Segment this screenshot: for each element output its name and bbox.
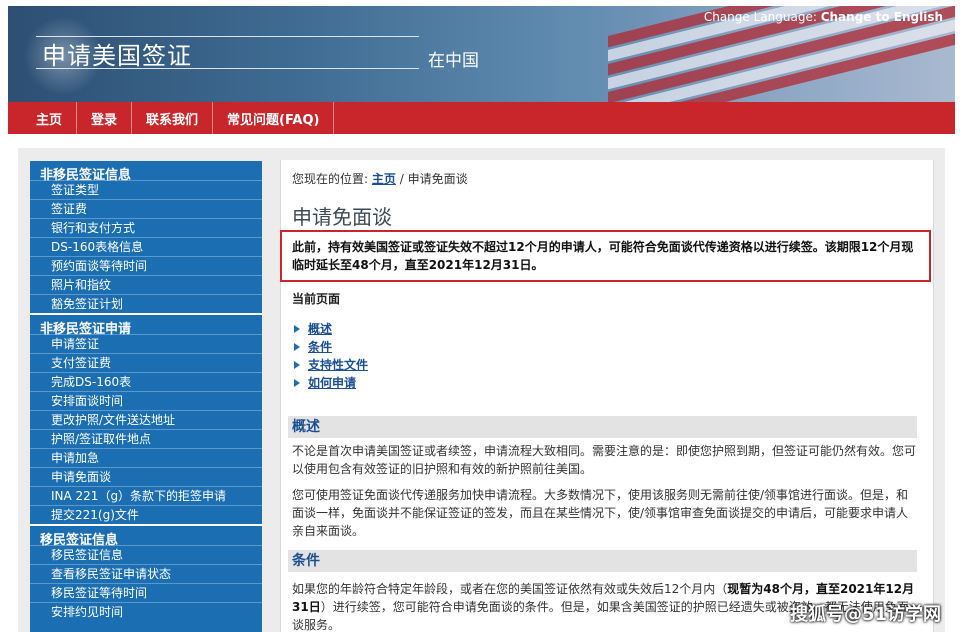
sidebar-section-title[interactable]: 非移民签证申请	[30, 315, 262, 337]
toc-item[interactable]: 如何申请	[294, 374, 368, 392]
sidebar-item-immigrant-status[interactable]: 查看移民签证申请状态	[30, 564, 262, 583]
sidebar-item-visa-fees[interactable]: 签证费	[30, 199, 262, 218]
triangle-right-icon	[294, 343, 300, 351]
sidebar-section-title[interactable]: 非移民签证信息	[30, 161, 262, 183]
sidebar-item-ds160-info[interactable]: DS-160表格信息	[30, 237, 262, 256]
breadcrumb-current: 申请免面谈	[407, 172, 468, 186]
change-language-label: Change Language:	[703, 10, 817, 24]
sidebar-item-apply[interactable]: 申请签证	[30, 334, 262, 353]
site-header: 申请美国签证 在中国 Change Language: Change to En…	[8, 6, 955, 102]
sidebar-item-pay-fee[interactable]: 支付签证费	[30, 353, 262, 372]
sidebar-item-photos[interactable]: 照片和指纹	[30, 275, 262, 294]
breadcrumb-home-link[interactable]: 主页	[372, 172, 396, 186]
breadcrumb-separator: /	[399, 172, 404, 186]
watermark: 搜狐号@51访学网	[790, 604, 942, 625]
sidebar-section-nonimmigrant-apply: 非移民签证申请 申请签证 支付签证费 完成DS-160表 安排面谈时间 更改护照…	[30, 315, 262, 526]
site-subtitle: 在中国	[428, 51, 479, 71]
main-nav: 主页 登录 联系我们 常见问题(FAQ)	[8, 102, 955, 134]
breadcrumb-prefix: 您现在的位置:	[292, 172, 369, 186]
sidebar-item-visa-waiver[interactable]: 豁免签证计划	[30, 294, 262, 313]
sidebar-section-title[interactable]: 移民签证信息	[30, 526, 262, 548]
toc-item[interactable]: 支持性文件	[294, 356, 368, 374]
sidebar-item-interview-waiver[interactable]: 申请免面谈	[30, 467, 262, 486]
nav-faq[interactable]: 常见问题(FAQ)	[213, 102, 335, 134]
breadcrumb: 您现在的位置: 主页 / 申请免面谈	[292, 170, 917, 188]
table-of-contents: 概述 条件 支持性文件 如何申请	[294, 320, 368, 392]
toc-link-how-to-apply[interactable]: 如何申请	[308, 374, 356, 392]
nav-contact[interactable]: 联系我们	[132, 102, 214, 134]
sidebar-item-wait-times[interactable]: 预约面谈等待时间	[30, 256, 262, 275]
triangle-right-icon	[294, 361, 300, 369]
conditions-text-b: ）进行续签，您可能符合申请免面谈的条件。但是，如果含美国签证的护照已经遗失或被盗	[320, 600, 801, 614]
toc-link-conditions[interactable]: 条件	[308, 338, 332, 356]
section-heading-conditions: 条件	[288, 550, 917, 572]
sidebar-item-change-address[interactable]: 更改护照/文件送达地址	[30, 410, 262, 429]
sidebar-item-appointment[interactable]: 安排约见时间	[30, 602, 262, 621]
triangle-right-icon	[294, 379, 300, 387]
sidebar-section-immigrant-info: 移民签证信息 移民签证信息 查看移民签证申请状态 移民签证等待时间 安排约见时间	[30, 526, 262, 621]
toc-link-documents[interactable]: 支持性文件	[308, 356, 368, 374]
triangle-right-icon	[294, 325, 300, 333]
overview-paragraph-2: 您可使用签证免面谈代传递服务加快申请流程。大多数情况下，使用该服务则无需前往使/…	[292, 488, 909, 538]
page-title: 申请免面谈	[292, 205, 392, 229]
sidebar-item-immigrant-wait[interactable]: 移民签证等待时间	[30, 583, 262, 602]
sidebar-item-complete-ds160[interactable]: 完成DS-160表	[30, 372, 262, 391]
sidebar-item-visa-types[interactable]: 签证类型	[30, 180, 262, 199]
overview-paragraph-1: 不论是首次申请美国签证或者续签，申请流程大致相同。需要注意的是：即使您护照到期，…	[292, 444, 917, 476]
current-page-label: 当前页面	[292, 292, 341, 306]
change-language: Change Language: Change to English	[704, 10, 943, 24]
sidebar: 非移民签证信息 签证类型 签证费 银行和支付方式 DS-160表格信息 预约面谈…	[30, 161, 262, 632]
sidebar-section-nonimmigrant-info: 非移民签证信息 签证类型 签证费 银行和支付方式 DS-160表格信息 预约面谈…	[30, 161, 262, 315]
nav-login[interactable]: 登录	[77, 102, 133, 134]
section-heading-overview: 概述	[288, 416, 917, 438]
main-content: 您现在的位置: 主页 / 申请免面谈 申请免面谈 此前，持有效美国签证或签证失效…	[280, 166, 931, 632]
nav-home[interactable]: 主页	[8, 102, 78, 134]
toc-item[interactable]: 概述	[294, 320, 368, 338]
toc-link-overview[interactable]: 概述	[308, 320, 332, 338]
sidebar-item-expedite[interactable]: 申请加急	[30, 448, 262, 467]
change-to-english-link[interactable]: Change to English	[821, 10, 943, 24]
toc-item[interactable]: 条件	[294, 338, 368, 356]
conditions-text-a: 如果您的年龄符合特定年龄段，或者在您的美国签证依然有效或失效后12个月内（	[292, 582, 728, 596]
sidebar-item-immigrant-info[interactable]: 移民签证信息	[30, 545, 262, 564]
sidebar-item-221g-refusal[interactable]: INA 221（g）条款下的拒签申请	[30, 486, 262, 505]
sidebar-item-pickup[interactable]: 护照/签证取件地点	[30, 429, 262, 448]
sidebar-item-221g-submit[interactable]: 提交221(g)文件	[30, 505, 262, 524]
notice-box: 此前，持有效美国签证或签证失效不超过12个月的申请人，可能符合免面谈代传递资格以…	[280, 230, 931, 282]
site-title: 申请美国签证	[42, 42, 192, 70]
sidebar-item-payment[interactable]: 银行和支付方式	[30, 218, 262, 237]
sidebar-item-schedule[interactable]: 安排面谈时间	[30, 391, 262, 410]
